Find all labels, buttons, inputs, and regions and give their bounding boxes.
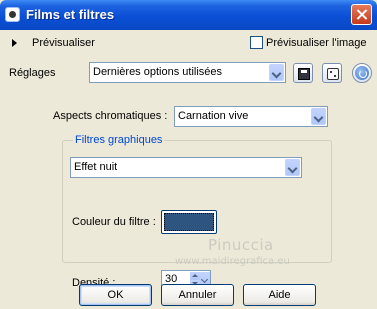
chromatic-select-value: Carnation vive bbox=[178, 110, 249, 122]
chevron-down-icon[interactable] bbox=[285, 159, 300, 176]
expand-arrow-icon[interactable] bbox=[12, 39, 17, 47]
settings-select-value: Dernières options utilisées bbox=[93, 66, 223, 78]
graphic-filter-select[interactable]: Effet nuit bbox=[70, 157, 302, 178]
ok-button[interactable]: OK bbox=[79, 284, 152, 306]
increment-arrow-icon[interactable] bbox=[190, 272, 200, 280]
dice-icon bbox=[327, 68, 339, 80]
chevron-down-icon[interactable] bbox=[311, 108, 326, 125]
cancel-button[interactable]: Annuler bbox=[161, 284, 234, 306]
watermark-url: www.maidiregrafica.eu bbox=[175, 256, 290, 267]
graphic-filters-group: Filtres graphiques Effet nuit Couleur du… bbox=[62, 134, 332, 290]
window-title: Films et filtres bbox=[26, 7, 115, 22]
close-button[interactable] bbox=[351, 4, 372, 25]
filter-color-swatch bbox=[164, 213, 214, 231]
reset-icon bbox=[355, 66, 369, 80]
filter-color-label: Couleur du filtre : bbox=[72, 216, 156, 228]
chromatic-label: Aspects chromatiques : bbox=[53, 110, 168, 122]
chromatic-select[interactable]: Carnation vive bbox=[174, 106, 328, 127]
filter-color-button[interactable] bbox=[161, 210, 217, 234]
title-bar: Films et filtres bbox=[0, 0, 377, 30]
preview-image-checkbox[interactable] bbox=[250, 36, 263, 49]
random-button[interactable] bbox=[322, 63, 342, 83]
settings-label: Réglages bbox=[9, 67, 56, 79]
graphic-filter-select-value: Effet nuit bbox=[74, 161, 118, 173]
settings-select[interactable]: Dernières options utilisées bbox=[89, 62, 286, 83]
save-icon bbox=[298, 68, 310, 80]
preview-row: Prévisualiser Prévisualiser l'image bbox=[0, 30, 377, 56]
app-icon bbox=[5, 7, 20, 22]
preview-image-checkbox-label[interactable]: Prévisualiser l'image bbox=[266, 37, 367, 49]
graphic-filters-legend: Filtres graphiques bbox=[73, 134, 165, 146]
reset-button[interactable] bbox=[352, 63, 372, 83]
options-panel: Aspects chromatiques : Carnation vive Fi… bbox=[52, 94, 335, 290]
help-button[interactable]: Aide bbox=[243, 284, 316, 306]
watermark-name: Pinuccia bbox=[208, 236, 274, 254]
settings-row: Réglages Dernières options utilisées bbox=[0, 56, 377, 86]
preview-toggle-label[interactable]: Prévisualiser bbox=[32, 37, 95, 49]
chevron-down-icon[interactable] bbox=[269, 64, 284, 81]
save-preset-button[interactable] bbox=[293, 63, 313, 83]
